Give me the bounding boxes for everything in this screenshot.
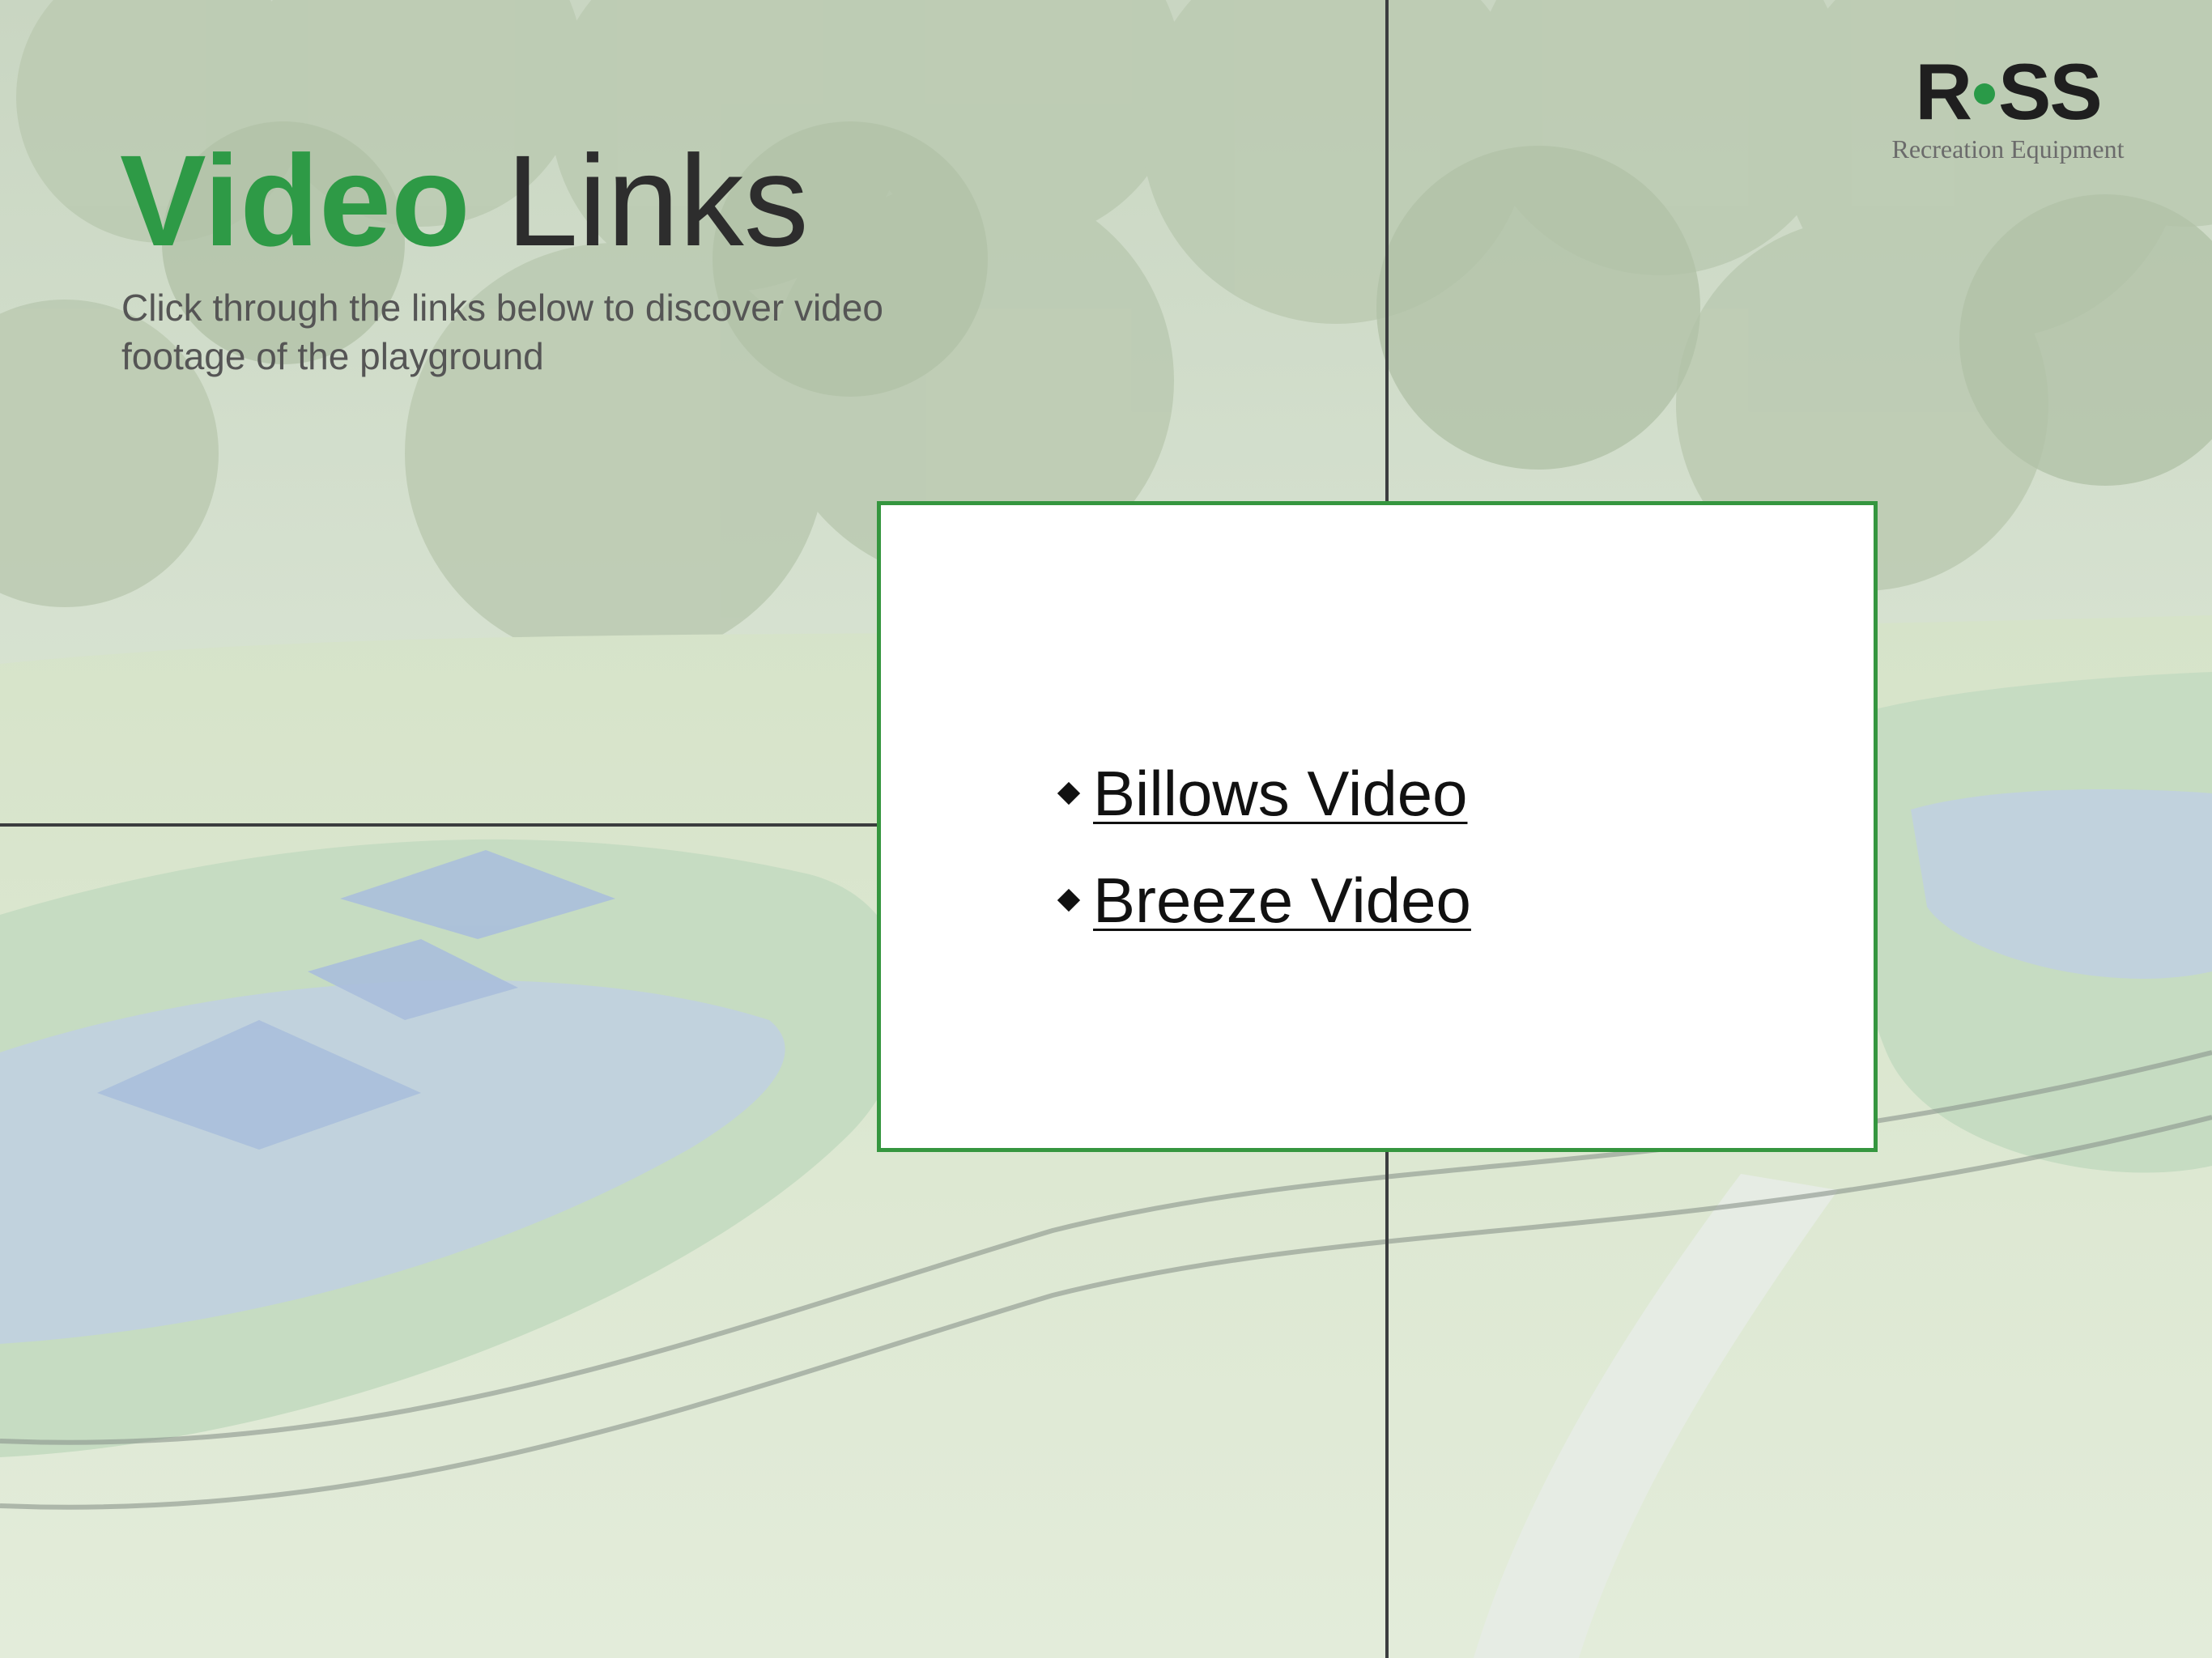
divider-horizontal bbox=[0, 823, 878, 827]
ross-logo: R SS Recreation Equipment bbox=[1887, 52, 2129, 164]
billows-video-link[interactable]: Billows Video bbox=[1093, 757, 1467, 831]
diamond-bullet-icon bbox=[1057, 888, 1081, 912]
logo-dot-icon bbox=[1974, 83, 1996, 105]
diamond-bullet-icon bbox=[1057, 781, 1081, 806]
page-title-bold: Video bbox=[120, 128, 470, 273]
list-item: Billows Video bbox=[1057, 740, 1471, 847]
page-title: Video Links bbox=[120, 130, 809, 272]
logo-tagline: Recreation Equipment bbox=[1891, 134, 2125, 164]
slide: R SS Recreation Equipment Video Links Cli… bbox=[0, 0, 2212, 1658]
page-title-light: Links bbox=[506, 128, 809, 273]
video-links-list: Billows Video Breeze Video bbox=[1057, 740, 1471, 954]
list-item: Breeze Video bbox=[1057, 847, 1471, 954]
video-links-card: Billows Video Breeze Video bbox=[877, 501, 1878, 1152]
breeze-video-link[interactable]: Breeze Video bbox=[1093, 864, 1471, 937]
page-subtitle: Click through the links below to discove… bbox=[121, 287, 883, 377]
logo-wordmark: R SS bbox=[1915, 47, 2103, 136]
